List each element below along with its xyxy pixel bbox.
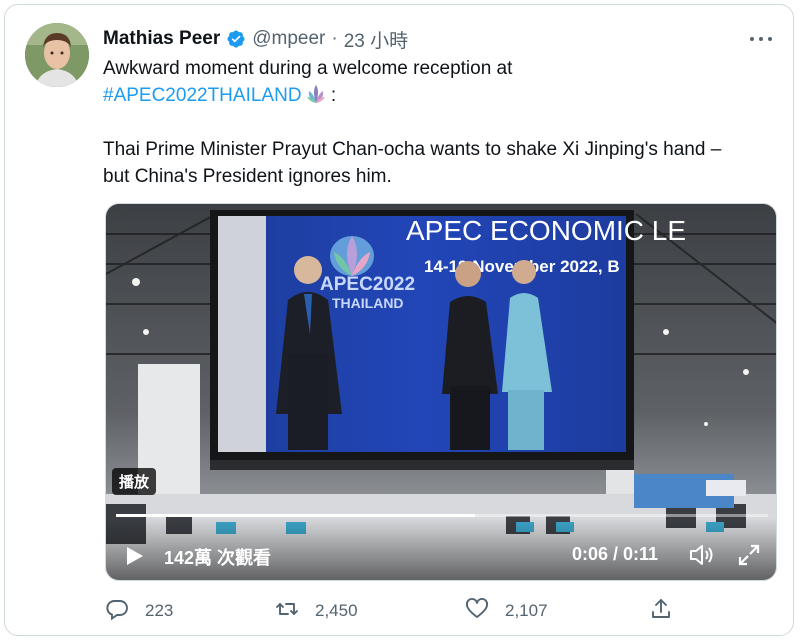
share-button[interactable] xyxy=(649,597,673,625)
tweet-line-3: Thai Prime Minister Prayut Chan-ocha wan… xyxy=(103,139,722,160)
apec-lotus-emoji-icon xyxy=(306,83,326,105)
reply-count: 223 xyxy=(145,601,174,620)
more-icon[interactable] xyxy=(747,27,775,51)
hashtag-link[interactable]: #APEC2022THAILAND xyxy=(103,85,302,106)
more-dot xyxy=(759,37,763,41)
avatar[interactable] xyxy=(25,23,89,87)
retweet-button[interactable]: 2,450 xyxy=(275,597,358,625)
video-player[interactable]: APEC2022 THAILAND APEC ECONOMIC LE 14-19… xyxy=(105,203,777,581)
tweet-actions: 223 2,450 2,107 xyxy=(105,597,685,625)
tweet-punctuation: : xyxy=(325,85,337,106)
more-dot xyxy=(750,37,754,41)
like-button[interactable]: 2,107 xyxy=(465,597,548,625)
screen-logo-text-2: THAILAND xyxy=(332,295,404,311)
verified-badge-icon xyxy=(226,29,246,49)
tweet-card: Mathias Peer @mpeer · 23 小時 Awkward mome… xyxy=(4,4,794,636)
screen-title: APEC ECONOMIC LE xyxy=(406,215,686,246)
view-count: 142萬 次觀看 xyxy=(164,548,272,568)
play-label[interactable]: 播放 xyxy=(112,468,157,495)
video-timecode: 0:06 / 0:11 xyxy=(572,544,659,564)
screen-logo-text-1: APEC2022 xyxy=(320,274,415,295)
more-dot xyxy=(768,37,772,41)
reply-button[interactable]: 223 xyxy=(105,597,173,625)
tweet-line-2: #APEC2022THAILAND : xyxy=(103,82,773,109)
fullscreen-icon[interactable] xyxy=(736,542,762,568)
timestamp[interactable]: 23 小時 xyxy=(344,26,408,53)
tweet-line-4: but China's President ignores him. xyxy=(103,166,392,187)
heart-icon xyxy=(465,597,489,626)
play-icon[interactable] xyxy=(122,544,146,568)
video-progress-fill xyxy=(116,514,475,517)
author-name[interactable]: Mathias Peer xyxy=(103,28,220,50)
separator-dot: · xyxy=(331,28,338,49)
share-icon xyxy=(649,597,673,626)
author-handle[interactable]: @mpeer xyxy=(252,28,325,50)
retweet-icon xyxy=(275,597,299,626)
volume-icon[interactable] xyxy=(688,542,716,568)
reply-icon xyxy=(105,597,129,626)
tweet-header: Mathias Peer @mpeer · 23 小時 xyxy=(103,25,408,53)
tweet-line-1: Awkward moment during a welcome receptio… xyxy=(103,58,513,79)
video-progress-bar[interactable] xyxy=(116,514,768,517)
tweet-text: Awkward moment during a welcome receptio… xyxy=(103,55,773,190)
retweet-count: 2,450 xyxy=(315,601,358,620)
like-count: 2,107 xyxy=(505,601,548,620)
